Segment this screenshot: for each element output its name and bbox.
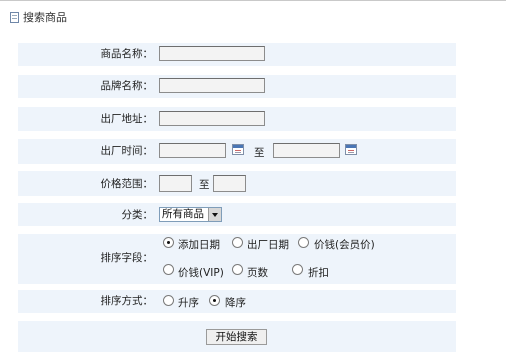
top-divider: [0, 0, 506, 1]
category-selected-value: 所有商品: [162, 208, 204, 220]
sort-field-radio-factory-date[interactable]: [232, 237, 243, 248]
sort-field-option-discount: 折扣: [308, 267, 329, 279]
factory-address-input[interactable]: [159, 111, 265, 126]
calendar-icon[interactable]: [232, 144, 244, 155]
sort-field-option-member-price: 价钱(会员价): [314, 239, 375, 251]
sort-field-label: 排序字段：: [100, 252, 154, 264]
sort-field-radio-discount[interactable]: [292, 264, 303, 275]
row-factory-time: 出厂时间： 至: [18, 139, 456, 164]
sort-field-radio-pages[interactable]: [232, 264, 243, 275]
brand-name-label: 品牌名称：: [100, 80, 154, 92]
factory-time-label: 出厂时间：: [100, 145, 154, 157]
page-title: 搜索商品: [23, 11, 67, 24]
sort-field-option-vip-price: 价钱(VIP): [178, 267, 224, 279]
row-submit: 开始搜索: [18, 321, 456, 352]
sort-field-option-factory-date: 出厂日期: [247, 239, 289, 251]
page-header: 搜索商品: [10, 10, 67, 24]
factory-time-from-input[interactable]: [159, 143, 226, 158]
factory-address-label: 出厂地址：: [100, 113, 154, 125]
price-from-input[interactable]: [159, 175, 192, 192]
brand-name-input[interactable]: [159, 78, 265, 93]
calendar-icon[interactable]: [345, 144, 357, 155]
factory-time-separator: 至: [254, 147, 265, 159]
product-name-label: 商品名称：: [100, 48, 154, 60]
sort-order-label: 排序方式：: [100, 295, 154, 307]
row-factory-address: 出厂地址：: [18, 107, 456, 131]
sort-field-radio-vip-price[interactable]: [163, 264, 174, 275]
row-sort-order: 排序方式： 升序 降序: [18, 290, 456, 313]
price-to-input[interactable]: [213, 175, 246, 192]
sort-field-option-pages: 页数: [247, 267, 268, 279]
sort-order-radio-desc[interactable]: [209, 295, 220, 306]
price-range-label: 价格范围：: [100, 178, 154, 190]
price-range-separator: 至: [199, 179, 210, 191]
row-product-name: 商品名称：: [18, 43, 456, 66]
product-name-input[interactable]: [159, 46, 265, 61]
sort-order-option-asc: 升序: [178, 297, 199, 309]
document-icon: [10, 11, 19, 23]
factory-time-to-input[interactable]: [273, 143, 340, 158]
row-price-range: 价格范围： 至: [18, 171, 456, 196]
sort-order-radio-asc[interactable]: [163, 295, 174, 306]
start-search-button[interactable]: 开始搜索: [206, 329, 267, 345]
category-select[interactable]: 所有商品: [159, 207, 222, 222]
sort-order-option-desc: 降序: [225, 297, 246, 309]
sort-field-radio-add-date[interactable]: [163, 237, 174, 248]
sort-field-radio-member-price[interactable]: [298, 237, 309, 248]
chevron-down-icon[interactable]: [208, 208, 221, 221]
row-category: 分类： 所有商品: [18, 203, 456, 226]
category-label: 分类：: [121, 209, 154, 221]
row-sort-field: 排序字段： 添加日期 出厂日期 价钱(会员价) 价钱(VIP) 页数 折扣: [18, 234, 456, 284]
row-brand-name: 品牌名称：: [18, 75, 456, 98]
sort-field-option-add-date: 添加日期: [178, 239, 220, 251]
